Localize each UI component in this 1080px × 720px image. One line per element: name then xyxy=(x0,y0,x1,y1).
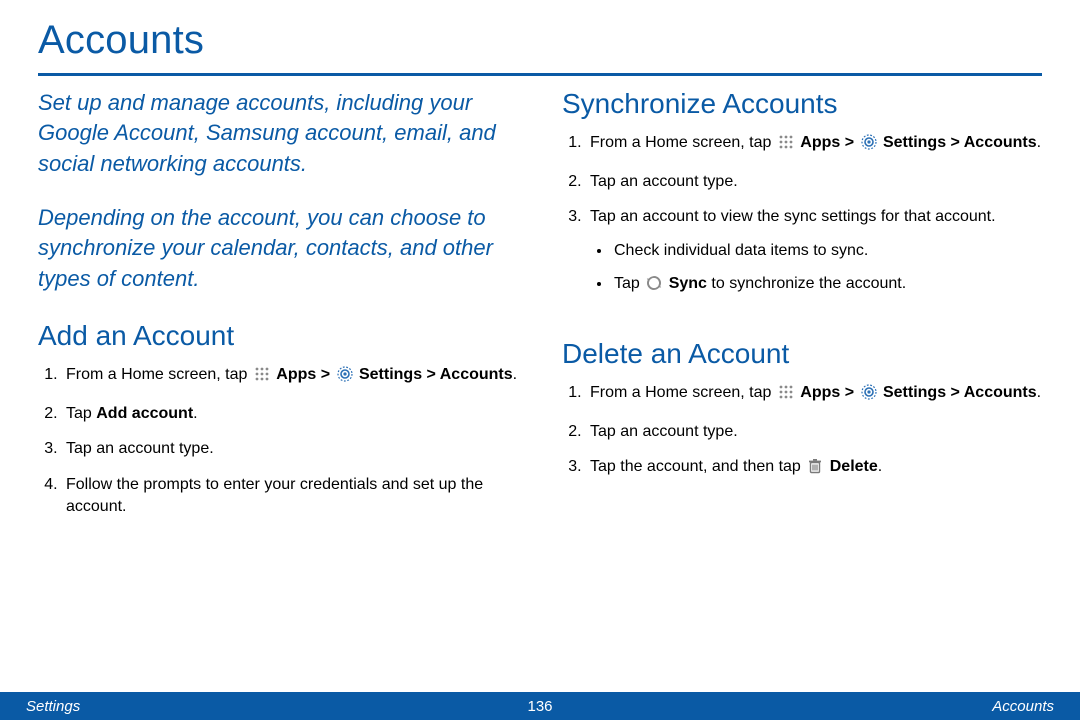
sync-bullet-2: Tap Sync to synchronize the account. xyxy=(612,267,1042,304)
sync-icon xyxy=(646,275,662,298)
sync-step-2: Tap an account type. xyxy=(586,165,1042,201)
heading-delete-account: Delete an Account xyxy=(562,338,1042,370)
add-step-4: Follow the prompts to enter your credent… xyxy=(62,468,518,525)
left-column: Set up and manage accounts, including yo… xyxy=(38,88,518,525)
page-title: Accounts xyxy=(38,10,1042,73)
sync-step-1: From a Home screen, tap Apps > Settings … xyxy=(586,126,1042,165)
accounts-label: Accounts xyxy=(440,366,513,383)
sync-label: Sync xyxy=(669,275,707,292)
del-step-2: Tap an account type. xyxy=(586,415,1042,451)
content-columns: Set up and manage accounts, including yo… xyxy=(38,88,1042,525)
delete-label: Delete xyxy=(830,458,878,475)
footer-page-number: 136 xyxy=(527,698,552,715)
trash-icon xyxy=(807,458,823,481)
sync-bullet-1: Check individual data items to sync. xyxy=(612,234,1042,268)
page: Accounts Set up and manage accounts, inc… xyxy=(0,0,1080,720)
heading-add-account: Add an Account xyxy=(38,320,518,352)
add-account-steps: From a Home screen, tap Apps > Settings … xyxy=(38,358,518,525)
settings-label: Settings xyxy=(359,366,422,383)
page-footer: Settings 136 Accounts xyxy=(0,692,1080,720)
apps-icon xyxy=(778,134,794,157)
settings-icon xyxy=(861,134,877,157)
intro-p1: Set up and manage accounts, including yo… xyxy=(38,88,518,179)
title-rule xyxy=(38,73,1042,76)
sync-step-3: Tap an account to view the sync settings… xyxy=(586,200,1042,312)
apps-icon xyxy=(254,366,270,389)
settings-icon xyxy=(337,366,353,389)
apps-label: Apps xyxy=(276,366,316,383)
add-step-3: Tap an account type. xyxy=(62,432,518,468)
intro-text: Set up and manage accounts, including yo… xyxy=(38,88,518,294)
add-step-2: Tap Add account. xyxy=(62,397,518,433)
intro-p2: Depending on the account, you can choose… xyxy=(38,203,518,294)
sync-accounts-steps: From a Home screen, tap Apps > Settings … xyxy=(562,126,1042,312)
footer-right: Accounts xyxy=(992,698,1054,715)
right-column: Synchronize Accounts From a Home screen,… xyxy=(562,88,1042,525)
settings-icon xyxy=(861,384,877,407)
del-step-1: From a Home screen, tap Apps > Settings … xyxy=(586,376,1042,415)
delete-account-steps: From a Home screen, tap Apps > Settings … xyxy=(562,376,1042,489)
add-step-1: From a Home screen, tap Apps > Settings … xyxy=(62,358,518,397)
apps-icon xyxy=(778,384,794,407)
heading-sync-accounts: Synchronize Accounts xyxy=(562,88,1042,120)
del-step-3: Tap the account, and then tap Delete. xyxy=(586,450,1042,489)
footer-left: Settings xyxy=(26,698,80,715)
sync-step-3-bullets: Check individual data items to sync. Tap… xyxy=(590,234,1042,304)
add-account-label: Add account xyxy=(96,405,193,422)
